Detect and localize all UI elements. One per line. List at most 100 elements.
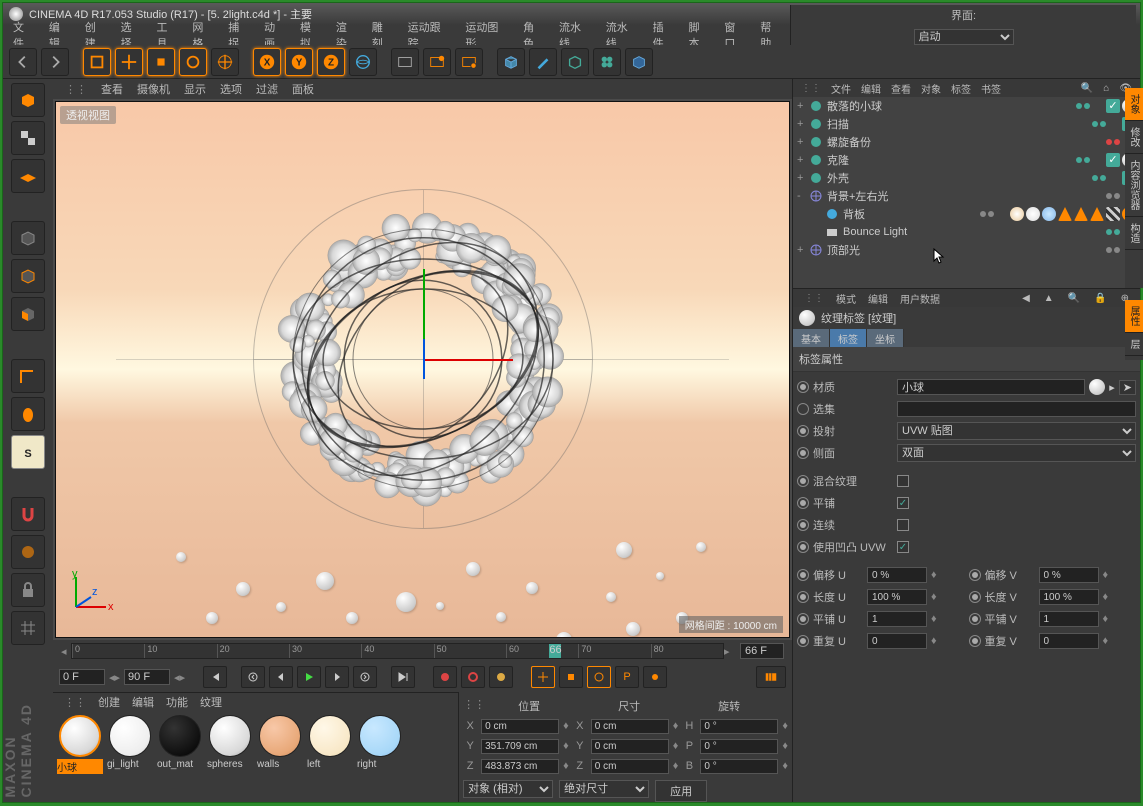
cube-primitive-icon[interactable] — [497, 48, 525, 76]
timeline[interactable]: ◂ 66 0102030405060708090 ▸ 66 F — [53, 640, 792, 662]
material-gi_light[interactable]: gi_light — [107, 715, 153, 798]
mix-radio[interactable] — [797, 475, 809, 487]
snap-toggle[interactable]: S — [11, 435, 45, 469]
goto-end-button[interactable] — [391, 666, 415, 688]
tab-attributes[interactable]: 属性 — [1125, 300, 1143, 333]
material-walls[interactable]: walls — [257, 715, 303, 798]
object-扫描[interactable]: +扫描✓ — [793, 115, 1140, 133]
seamless-checkbox[interactable] — [897, 519, 909, 531]
attrmenu-编辑[interactable]: 编辑 — [863, 290, 893, 307]
current-frame-field[interactable]: 66 F — [740, 643, 784, 659]
apply-button[interactable]: 应用 — [655, 780, 707, 802]
side-select[interactable]: 双面 — [897, 444, 1136, 462]
matmenu-编辑[interactable]: 编辑 — [127, 693, 159, 711]
tab-browser[interactable]: 内容浏览器 — [1125, 154, 1143, 217]
layout-select[interactable]: 启动 — [914, 29, 1014, 45]
vpmenu-查看[interactable]: 查看 — [95, 79, 129, 99]
tab-layers[interactable]: 层 — [1125, 333, 1143, 356]
material-spheres[interactable]: spheres — [207, 715, 253, 798]
y-axis-lock[interactable]: Y — [285, 48, 313, 76]
polygon-mode[interactable] — [11, 297, 45, 331]
lasso-tool[interactable] — [211, 48, 239, 76]
prev-frame-button[interactable] — [269, 666, 293, 688]
model-mode[interactable] — [11, 83, 45, 117]
x-axis-lock[interactable]: X — [253, 48, 281, 76]
vpmenu-面板[interactable]: 面板 — [286, 79, 320, 99]
goto-start-button[interactable] — [203, 666, 227, 688]
material-radio[interactable] — [797, 381, 809, 393]
object-螺旋备份[interactable]: +螺旋备份 — [793, 133, 1140, 151]
coord-size-select[interactable]: 绝对尺寸 — [559, 780, 649, 798]
projection-radio[interactable] — [797, 425, 809, 437]
array-icon[interactable] — [593, 48, 621, 76]
z-axis-lock[interactable]: Z — [317, 48, 345, 76]
repeat-u-input[interactable] — [867, 633, 927, 649]
vpmenu-过滤[interactable]: 过滤 — [250, 79, 284, 99]
coord-mode-select[interactable]: 对象 (相对) — [463, 780, 553, 798]
mix-checkbox[interactable] — [897, 475, 909, 487]
material-arrow-icon[interactable]: ➤ — [1119, 380, 1136, 395]
object-克隆[interactable]: +克隆✓ — [793, 151, 1140, 169]
tab-坐标[interactable]: 坐标 — [867, 329, 904, 347]
move-tool[interactable] — [115, 48, 143, 76]
objmenu-文件[interactable]: 文件 — [827, 80, 855, 97]
object-背板[interactable]: 背板 — [793, 205, 1140, 223]
key-pos-button[interactable] — [531, 666, 555, 688]
pen-tool-icon[interactable] — [529, 48, 557, 76]
tile-radio[interactable] — [797, 497, 809, 509]
material-out_mat[interactable]: out_mat — [157, 715, 203, 798]
dope-sheet-icon[interactable] — [756, 666, 786, 688]
axis-mode[interactable] — [11, 359, 45, 393]
redo-button[interactable] — [41, 48, 69, 76]
uvw-radio[interactable] — [797, 541, 809, 553]
up-icon[interactable]: ▲ — [1039, 292, 1059, 305]
material-preview-icon[interactable] — [1089, 379, 1105, 395]
viewport[interactable]: 透视视图 xyz 网格间距 : 10 — [55, 101, 790, 638]
objmenu-对象[interactable]: 对象 — [917, 80, 945, 97]
rotate-tool[interactable] — [179, 48, 207, 76]
autokey-button[interactable] — [461, 666, 485, 688]
key-rot-button[interactable] — [587, 666, 611, 688]
lock-icon[interactable]: 🔒 — [1089, 292, 1111, 305]
edge-mode[interactable] — [11, 259, 45, 293]
point-mode[interactable] — [11, 221, 45, 255]
soft-select-icon[interactable] — [11, 535, 45, 569]
objmenu-查看[interactable]: 查看 — [887, 80, 915, 97]
world-axis-icon[interactable] — [349, 48, 377, 76]
texture-mode[interactable] — [11, 121, 45, 155]
tab-structure[interactable]: 构造 — [1125, 217, 1143, 250]
next-frame-button[interactable] — [325, 666, 349, 688]
end-frame-input[interactable] — [124, 669, 170, 685]
matmenu-纹理[interactable]: 纹理 — [195, 693, 227, 711]
grid-icon[interactable] — [11, 611, 45, 645]
prev-icon[interactable]: ◀ — [1017, 292, 1035, 305]
prev-key-button[interactable] — [241, 666, 265, 688]
object-顶部光[interactable]: +顶部光 — [793, 241, 1140, 259]
tab-objects[interactable]: 对象 — [1125, 88, 1143, 121]
side-radio[interactable] — [797, 447, 809, 459]
undo-button[interactable] — [9, 48, 37, 76]
objmenu-书签[interactable]: 书签 — [977, 80, 1005, 97]
vpmenu-摄像机[interactable]: 摄像机 — [131, 79, 176, 99]
offset-v-input[interactable] — [1039, 567, 1099, 583]
selection-field[interactable] — [897, 401, 1136, 417]
tile-v-input[interactable] — [1039, 611, 1099, 627]
lock-icon[interactable] — [11, 573, 45, 607]
key-pla-button[interactable] — [643, 666, 667, 688]
objmenu-编辑[interactable]: 编辑 — [857, 80, 885, 97]
keyframe-sel-button[interactable] — [489, 666, 513, 688]
selection-radio[interactable] — [797, 403, 809, 415]
matmenu-功能[interactable]: 功能 — [161, 693, 193, 711]
render-view-button[interactable] — [391, 48, 419, 76]
attrmenu-模式[interactable]: 模式 — [831, 290, 861, 307]
workplane-mode[interactable] — [11, 159, 45, 193]
playhead[interactable]: 66 — [549, 644, 561, 658]
tile-checkbox[interactable]: ✓ — [897, 497, 909, 509]
tab-基本[interactable]: 基本 — [793, 329, 830, 347]
object-散落的小球[interactable]: +散落的小球✓ — [793, 97, 1140, 115]
length-u-input[interactable] — [867, 589, 927, 605]
tile-u-input[interactable] — [867, 611, 927, 627]
key-param-button[interactable]: P — [615, 666, 639, 688]
om-home-icon[interactable]: ⌂ — [1099, 82, 1113, 95]
magnet-icon[interactable] — [11, 497, 45, 531]
